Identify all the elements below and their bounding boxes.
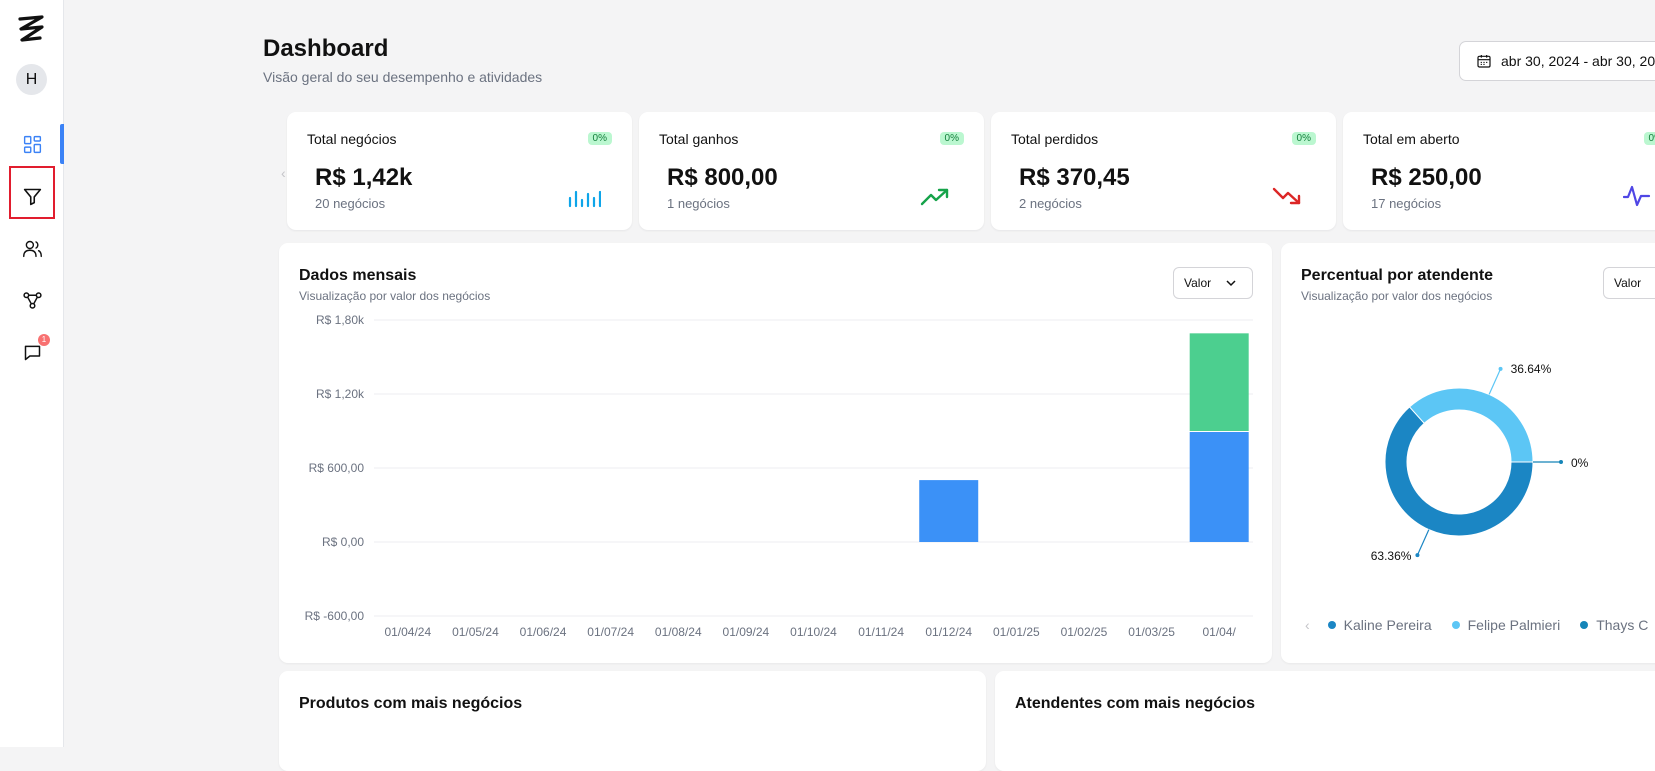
legend-label: Thays C bbox=[1596, 617, 1649, 633]
leader-dot bbox=[1559, 460, 1563, 464]
slice-value-label: 63.36% bbox=[1371, 549, 1412, 563]
panel-title: Atendentes com mais negócios bbox=[1015, 695, 1256, 712]
leader-line bbox=[1488, 368, 1502, 395]
leader-dot bbox=[1498, 366, 1503, 371]
legend-prev-icon[interactable]: ‹ bbox=[1305, 617, 1310, 633]
leader-line bbox=[1416, 529, 1430, 556]
legend-dot bbox=[1451, 621, 1460, 629]
legend-dot bbox=[1580, 621, 1589, 629]
slice-value-label: 0% bbox=[1571, 456, 1589, 470]
slice-value-label: 36.64% bbox=[1511, 362, 1552, 376]
legend-item[interactable]: Thays C bbox=[1580, 617, 1648, 633]
top-products-panel: Produtos com mais negócios bbox=[279, 671, 986, 771]
attendant-donut-chart: 63.36% 36.64% 0% bbox=[1371, 362, 1589, 563]
legend-item[interactable]: Felipe Palmieri bbox=[1451, 617, 1561, 633]
legend-label: Kaline Pereira bbox=[1343, 617, 1432, 633]
leader-dot bbox=[1415, 553, 1420, 558]
legend-label: Felipe Palmieri bbox=[1467, 617, 1561, 633]
legend-dot bbox=[1327, 621, 1336, 629]
panel-title: Produtos com mais negócios bbox=[299, 695, 523, 712]
legend-item[interactable]: Kaline Pereira bbox=[1327, 617, 1432, 633]
top-attendants-panel: Atendentes com mais negócios bbox=[995, 671, 1655, 771]
attendant-legend: ‹ Kaline Pereira Felipe Palmieri Thays C bbox=[1305, 617, 1655, 633]
donut-slice bbox=[1408, 387, 1534, 463]
